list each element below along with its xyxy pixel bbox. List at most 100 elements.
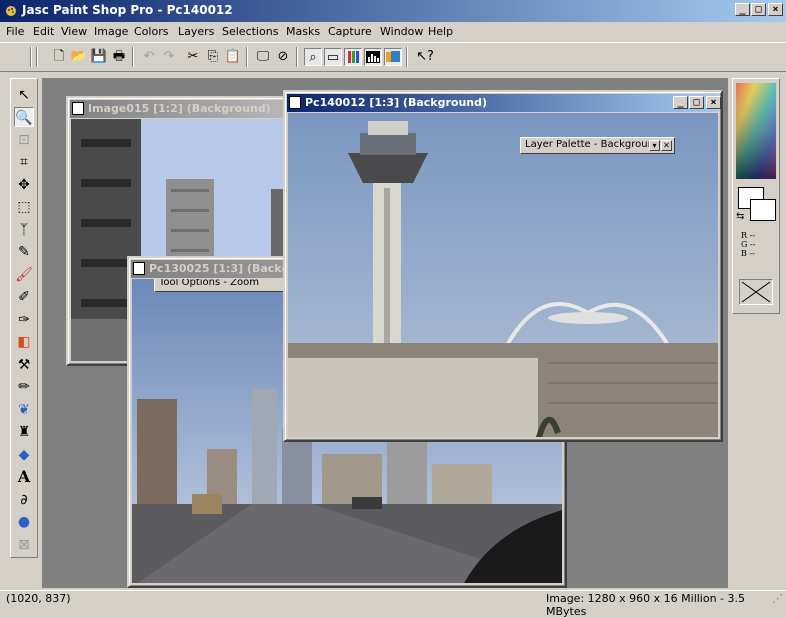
image-document-icon [289,96,301,109]
minimize-button[interactable]: _ [735,3,750,16]
layer-palette-title: Layer Palette - Backgroun [525,139,654,150]
redo-icon[interactable]: ↷ [160,48,178,66]
menu-view[interactable]: View [61,25,87,38]
menu-masks[interactable]: Masks [286,25,320,38]
text-tool-icon[interactable]: A [14,467,34,487]
child-close-button[interactable]: × [706,96,721,109]
tool-palette: ↖ 🔍 ⊡ ⌗ ✥ ⬚ ᛉ ✎ 🖌 ✐ ✑ ◧ ⚒ ✏ ❦ ♜ ◆ A ∂ ● … [10,78,38,558]
green-value: G -- [741,240,756,249]
menu-bar: File Edit View Image Colors Layers Selec… [0,22,786,42]
context-help-icon[interactable]: ↖? [416,48,434,66]
retouch-icon[interactable]: ◧ [14,332,34,352]
mdi-workspace[interactable]: Image015 [1:2] (Background) Pc130025 [1:… [42,78,728,588]
menu-file[interactable]: File [6,25,24,38]
paint-shop-pro-app-icon [6,6,16,16]
menu-edit[interactable]: Edit [33,25,54,38]
arrow-tool-icon[interactable]: ↖ [14,85,34,105]
deform-tool-icon[interactable]: ⊡ [14,130,34,150]
toggle-color-palette-icon[interactable] [344,48,362,66]
toolbar-separator [406,47,408,67]
toolbar-separator [296,47,298,67]
clone-brush-icon[interactable]: ✐ [14,287,34,307]
image-info: Image: 1280 x 960 x 16 Million - 3.5 MBy… [546,592,746,618]
color-replacer-icon[interactable]: ✑ [14,310,34,330]
print-icon[interactable]: 🖶 [110,48,128,66]
paint-brush-icon[interactable]: 🖌 [14,265,34,285]
copy-icon[interactable]: ⎘ [204,48,222,66]
image-document-icon [72,102,84,115]
histogram-graphic [366,51,380,63]
air-brush-icon[interactable]: ♜ [14,422,34,442]
available-colors-swatch[interactable] [736,83,776,179]
undo-icon[interactable]: ↶ [140,48,158,66]
image-document-icon [133,262,145,275]
menu-help[interactable]: Help [428,25,453,38]
toggle-histogram-icon[interactable] [364,48,382,66]
paste-icon[interactable]: 📋 [224,48,242,66]
new-icon[interactable]: 🗋 [50,48,68,66]
toolbar-separator [246,47,248,67]
app-title: Jasc Paint Shop Pro - Pc140012 [22,3,233,17]
tool-options-title: Tool Options - Zoom [159,279,259,288]
cut-icon[interactable]: ✂ [184,48,202,66]
flood-fill-icon[interactable]: ◆ [14,445,34,465]
pc140012-photo [288,113,718,437]
eraser-icon[interactable]: ✏ [14,377,34,397]
image015-title: Image015 [1:2] (Background) [88,102,271,115]
menu-colors[interactable]: Colors [134,25,168,38]
toggle-tool-options-icon[interactable]: ▭ [324,48,342,66]
palette-close-button[interactable]: ✕ [661,140,672,151]
image-window-pc140012[interactable]: Pc140012 [1:3] (Background) _ □ × Layer … [283,90,723,442]
pc140012-canvas[interactable]: Layer Palette - Backgroun ▾ ✕ [288,113,718,437]
palette-rollup-button[interactable]: ▾ [649,140,660,151]
style-swatch[interactable] [739,279,773,305]
save-icon[interactable]: 💾 [90,48,108,66]
cursor-coordinates: (1020, 837) [6,592,71,605]
draw-tool-icon[interactable]: ∂ [14,490,34,510]
preset-shapes-icon[interactable]: ● [14,512,34,532]
menu-selections[interactable]: Selections [222,25,278,38]
freehand-tool-icon[interactable]: ᛉ [14,220,34,240]
zoom-tool-icon[interactable]: 🔍 [14,107,34,127]
layer-palette[interactable]: Layer Palette - Backgroun ▾ ✕ [520,137,675,154]
blue-value: B -- [741,249,755,258]
standard-toolbar: 🗋 📂 💾 🖶 ↶ ↷ ✂ ⎘ 📋 🖵 ⊘ ⌕ ▭ ↖? [0,42,786,72]
color-palette-panel: ⇆ R -- G -- B -- [732,78,780,314]
selection-tool-icon[interactable]: ⬚ [14,197,34,217]
toggle-tool-palette-icon[interactable]: ⌕ [304,48,322,66]
layers-graphic [386,51,400,62]
full-screen-preview-icon[interactable]: 🖵 [254,48,272,66]
app-title-bar[interactable]: Jasc Paint Shop Pro - Pc140012 _ □ × [0,0,786,22]
pc140012-title-bar[interactable]: Pc140012 [1:3] (Background) _ □ × [287,94,721,112]
pc140012-title: Pc140012 [1:3] (Background) [305,96,488,109]
normal-viewing-icon[interactable]: ⊘ [274,48,292,66]
child-maximize-button[interactable]: □ [689,96,704,109]
menu-image[interactable]: Image [94,25,128,38]
background-color-swatch[interactable] [750,199,776,221]
swap-colors-icon[interactable]: ⇆ [736,211,744,222]
crop-tool-icon[interactable]: ⌗ [14,152,34,172]
object-selector-icon[interactable]: ⊠ [14,535,34,555]
rgb-readout: R -- G -- B -- [741,231,755,258]
toolbar-grip [36,47,38,67]
menu-layers[interactable]: Layers [178,25,214,38]
red-value: R -- [741,231,755,240]
status-bar: (1020, 837) Image: 1280 x 960 x 16 Milli… [0,590,786,618]
child-minimize-button[interactable]: _ [673,96,688,109]
toolbar-grip [30,47,32,67]
menu-capture[interactable]: Capture [328,25,372,38]
picture-tube-icon[interactable]: ❦ [14,400,34,420]
maximize-button[interactable]: □ [751,3,766,16]
open-icon[interactable]: 📂 [70,48,88,66]
toggle-layer-palette-icon[interactable] [384,48,402,66]
close-button[interactable]: × [768,3,783,16]
toolbar-separator [132,47,134,67]
mover-tool-icon[interactable]: ✥ [14,175,34,195]
null-style-icon [741,281,771,303]
foreground-background-swatches[interactable]: ⇆ [736,185,776,225]
dropper-tool-icon[interactable]: ✎ [14,242,34,262]
color-palette-graphic [348,51,359,63]
resize-grip-icon[interactable]: ⋰ [772,592,783,605]
scratch-remover-icon[interactable]: ⚒ [14,355,34,375]
menu-window[interactable]: Window [380,25,423,38]
